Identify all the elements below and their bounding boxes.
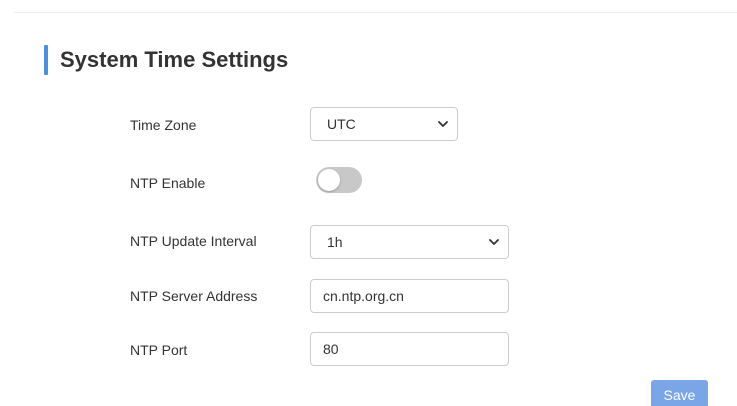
ntp-update-interval-select[interactable]: 1h bbox=[310, 225, 509, 259]
ntp-update-interval-label: NTP Update Interval bbox=[130, 233, 257, 249]
top-divider bbox=[14, 12, 737, 13]
title-accent-bar bbox=[44, 45, 48, 75]
ntp-server-address-label: NTP Server Address bbox=[130, 288, 258, 304]
ntp-server-address-input[interactable] bbox=[310, 279, 509, 313]
ntp-port-input[interactable] bbox=[310, 332, 509, 366]
chevron-down-icon bbox=[489, 239, 499, 245]
time-zone-label: Time Zone bbox=[130, 117, 197, 133]
toggle-knob bbox=[318, 169, 340, 191]
time-zone-select[interactable]: UTC bbox=[310, 107, 458, 141]
ntp-update-interval-value: 1h bbox=[327, 234, 343, 250]
chevron-down-icon bbox=[438, 121, 448, 127]
ntp-enable-label: NTP Enable bbox=[130, 175, 206, 191]
ntp-enable-toggle[interactable] bbox=[316, 167, 362, 193]
save-button[interactable]: Save bbox=[651, 380, 708, 406]
page-title: System Time Settings bbox=[60, 47, 289, 72]
system-time-settings-page: System Time Settings Time Zone UTC NTP E… bbox=[0, 0, 737, 406]
time-zone-value: UTC bbox=[327, 116, 356, 132]
ntp-port-label: NTP Port bbox=[130, 342, 188, 358]
